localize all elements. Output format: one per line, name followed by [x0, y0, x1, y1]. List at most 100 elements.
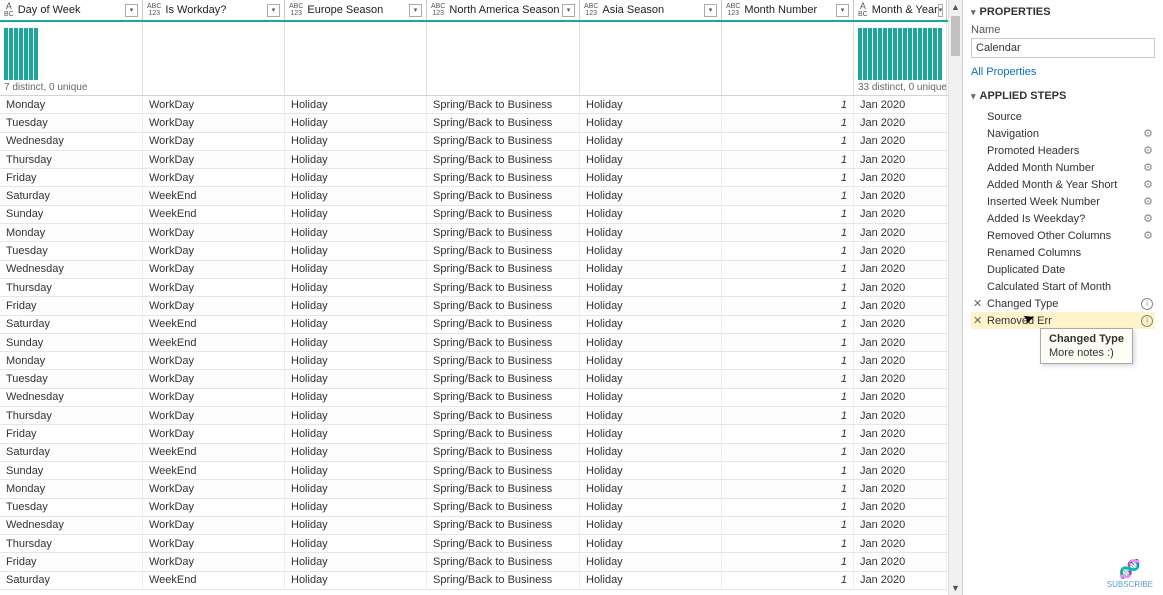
cell[interactable]: Holiday	[580, 151, 722, 168]
table-row[interactable]: SaturdayWeekEndHolidaySpring/Back to Bus…	[0, 187, 948, 205]
text-type-icon[interactable]	[858, 2, 868, 18]
table-row[interactable]: TuesdayWorkDayHolidaySpring/Back to Busi…	[0, 499, 948, 517]
cell[interactable]: WorkDay	[143, 389, 285, 406]
cell[interactable]: Spring/Back to Business	[427, 206, 580, 223]
cell[interactable]: Spring/Back to Business	[427, 553, 580, 570]
cell[interactable]: Sunday	[0, 462, 143, 479]
cell[interactable]: 1	[722, 206, 854, 223]
cell[interactable]: 1	[722, 499, 854, 516]
cell[interactable]: Jan 2020	[854, 444, 947, 461]
table-row[interactable]: FridayWorkDayHolidaySpring/Back to Busin…	[0, 297, 948, 315]
cell[interactable]: Spring/Back to Business	[427, 572, 580, 589]
applied-step[interactable]: Navigation⚙	[971, 125, 1155, 142]
cell[interactable]: 1	[722, 444, 854, 461]
properties-section-header[interactable]: ▾ PROPERTIES	[971, 4, 1155, 20]
cell[interactable]: Spring/Back to Business	[427, 279, 580, 296]
cell[interactable]: WorkDay	[143, 261, 285, 278]
cell[interactable]: Holiday	[580, 517, 722, 534]
column-filter-dropdown[interactable]: ▾	[704, 4, 717, 17]
cell[interactable]: Wednesday	[0, 517, 143, 534]
cell[interactable]: WorkDay	[143, 114, 285, 131]
table-row[interactable]: FridayWorkDayHolidaySpring/Back to Busin…	[0, 425, 948, 443]
cell[interactable]: Jan 2020	[854, 297, 947, 314]
cell[interactable]: WeekEnd	[143, 316, 285, 333]
table-row[interactable]: ThursdayWorkDayHolidaySpring/Back to Bus…	[0, 279, 948, 297]
gear-icon[interactable]: ⚙	[1143, 161, 1153, 174]
cell[interactable]: 1	[722, 389, 854, 406]
info-icon[interactable]: i	[1141, 298, 1153, 310]
cell[interactable]: Spring/Back to Business	[427, 370, 580, 387]
text-type-icon[interactable]	[4, 2, 14, 18]
table-row[interactable]: TuesdayWorkDayHolidaySpring/Back to Busi…	[0, 114, 948, 132]
gear-icon[interactable]: ⚙	[1143, 212, 1153, 225]
cell[interactable]: Holiday	[285, 407, 427, 424]
cell[interactable]: Saturday	[0, 444, 143, 461]
cell[interactable]: Monday	[0, 96, 143, 113]
cell[interactable]: WorkDay	[143, 370, 285, 387]
vertical-scrollbar[interactable]: ▲ ▼	[948, 0, 962, 595]
cell[interactable]: WorkDay	[143, 224, 285, 241]
cell[interactable]: Spring/Back to Business	[427, 499, 580, 516]
cell[interactable]: 1	[722, 352, 854, 369]
cell[interactable]: WeekEnd	[143, 334, 285, 351]
cell[interactable]: Spring/Back to Business	[427, 334, 580, 351]
cell[interactable]: Spring/Back to Business	[427, 242, 580, 259]
cell[interactable]: Wednesday	[0, 261, 143, 278]
applied-step[interactable]: Added Is Weekday?⚙	[971, 210, 1155, 227]
cell[interactable]: Jan 2020	[854, 224, 947, 241]
cell[interactable]: WorkDay	[143, 553, 285, 570]
cell[interactable]: Jan 2020	[854, 572, 947, 589]
cell[interactable]: Holiday	[580, 407, 722, 424]
table-row[interactable]: MondayWorkDayHolidaySpring/Back to Busin…	[0, 96, 948, 114]
cell[interactable]: Thursday	[0, 279, 143, 296]
cell[interactable]: Holiday	[580, 316, 722, 333]
cell[interactable]: Holiday	[285, 499, 427, 516]
cell[interactable]: Wednesday	[0, 389, 143, 406]
column-header[interactable]: Month & Year▾	[854, 0, 947, 20]
cell[interactable]: Jan 2020	[854, 425, 947, 442]
table-row[interactable]: SundayWeekEndHolidaySpring/Back to Busin…	[0, 462, 948, 480]
cell[interactable]: Holiday	[580, 480, 722, 497]
table-row[interactable]: FridayWorkDayHolidaySpring/Back to Busin…	[0, 553, 948, 571]
cell[interactable]: Holiday	[285, 480, 427, 497]
cell[interactable]: Holiday	[285, 572, 427, 589]
cell[interactable]: Holiday	[580, 462, 722, 479]
cell[interactable]: Spring/Back to Business	[427, 297, 580, 314]
column-header[interactable]: Asia Season▾	[580, 0, 722, 20]
cell[interactable]: 1	[722, 151, 854, 168]
any-type-icon[interactable]	[289, 3, 303, 17]
cell[interactable]: Holiday	[285, 224, 427, 241]
cell[interactable]: Spring/Back to Business	[427, 480, 580, 497]
scroll-up-icon[interactable]: ▲	[949, 0, 962, 14]
cell[interactable]: WeekEnd	[143, 444, 285, 461]
cell[interactable]: Holiday	[285, 279, 427, 296]
cell[interactable]: Jan 2020	[854, 261, 947, 278]
cell[interactable]: Jan 2020	[854, 462, 947, 479]
cell[interactable]: Holiday	[285, 535, 427, 552]
table-row[interactable]: ThursdayWorkDayHolidaySpring/Back to Bus…	[0, 535, 948, 553]
cell[interactable]: Jan 2020	[854, 334, 947, 351]
column-filter-dropdown[interactable]: ▾	[836, 4, 849, 17]
cell[interactable]: 1	[722, 370, 854, 387]
cell[interactable]: Spring/Back to Business	[427, 352, 580, 369]
cell[interactable]: Holiday	[285, 517, 427, 534]
cell[interactable]: Holiday	[285, 444, 427, 461]
subscribe-badge[interactable]: 🧬 SUBSCRIBE	[1107, 559, 1153, 589]
cell[interactable]: Jan 2020	[854, 499, 947, 516]
cell[interactable]: Tuesday	[0, 370, 143, 387]
cell[interactable]: Jan 2020	[854, 480, 947, 497]
table-row[interactable]: SundayWeekEndHolidaySpring/Back to Busin…	[0, 334, 948, 352]
cell[interactable]: WorkDay	[143, 96, 285, 113]
cell[interactable]: WorkDay	[143, 242, 285, 259]
cell[interactable]: 1	[722, 96, 854, 113]
cell[interactable]: 1	[722, 517, 854, 534]
cell[interactable]: Holiday	[580, 187, 722, 204]
applied-step[interactable]: Renamed Columns	[971, 244, 1155, 261]
info-icon[interactable]: i	[1141, 315, 1153, 327]
any-type-icon[interactable]	[584, 3, 598, 17]
cell[interactable]: Monday	[0, 352, 143, 369]
table-row[interactable]: MondayWorkDayHolidaySpring/Back to Busin…	[0, 224, 948, 242]
cell[interactable]: Holiday	[285, 151, 427, 168]
cell[interactable]: Holiday	[580, 242, 722, 259]
cell[interactable]: Spring/Back to Business	[427, 96, 580, 113]
